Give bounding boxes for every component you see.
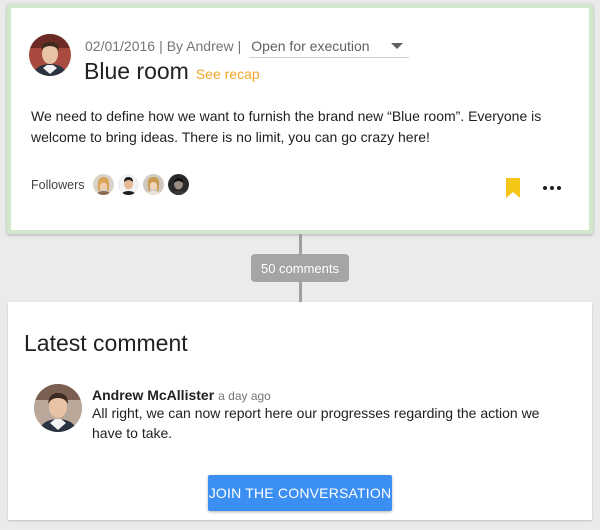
- post-author: By Andrew: [166, 38, 234, 54]
- post-description: We need to define how we want to furnish…: [31, 108, 542, 145]
- post-card: 02/01/2016 | By Andrew | Open for execut…: [11, 8, 589, 230]
- followers-row: Followers: [31, 174, 193, 195]
- followers-label: Followers: [31, 177, 85, 192]
- more-icon[interactable]: [541, 179, 563, 197]
- comments-count-button[interactable]: 50 comments: [251, 254, 349, 282]
- more-dot: [543, 186, 547, 190]
- comment-author-avatar[interactable]: [34, 384, 82, 432]
- more-dot: [550, 186, 554, 190]
- user-avatar-icon: [117, 174, 139, 195]
- latest-comment-heading: Latest comment: [24, 330, 188, 356]
- follower-avatar[interactable]: [142, 174, 164, 195]
- post-card-border: 02/01/2016 | By Andrew | Open for execut…: [7, 4, 593, 234]
- user-avatar-icon: [92, 174, 114, 195]
- user-avatar-icon: [34, 384, 82, 432]
- latest-comment-card: Latest comment Andrew McAllister a day a…: [8, 302, 592, 520]
- author-avatar[interactable]: [29, 34, 71, 76]
- user-avatar-icon: [142, 174, 164, 195]
- bookmark-icon[interactable]: [505, 178, 521, 198]
- comment-text: All right, we can now report here our pr…: [92, 405, 540, 441]
- post-meta: 02/01/2016 | By Andrew | Open for execut…: [85, 34, 410, 58]
- follower-avatar[interactable]: [167, 174, 189, 195]
- comment-header: Andrew McAllister a day ago: [92, 387, 271, 403]
- status-dropdown[interactable]: Open for execution: [249, 34, 410, 58]
- follower-avatar[interactable]: [117, 174, 139, 195]
- connector-line-top: [299, 234, 302, 254]
- user-avatar-icon: [167, 174, 189, 195]
- status-value: Open for execution: [251, 37, 370, 54]
- comment-timestamp: a day ago: [218, 389, 271, 403]
- follower-avatar[interactable]: [92, 174, 114, 195]
- user-avatar-icon: [29, 34, 71, 76]
- meta-separator: |: [237, 38, 242, 54]
- more-dot: [557, 186, 561, 190]
- post-date: 02/01/2016: [85, 38, 156, 54]
- join-conversation-button[interactable]: JOIN THE CONVERSATION: [208, 475, 392, 511]
- title-row: Blue room See recap: [84, 58, 260, 85]
- comment-author: Andrew McAllister: [92, 387, 215, 403]
- page-title: Blue room: [84, 58, 189, 84]
- chevron-down-icon: [391, 42, 404, 49]
- meta-separator: |: [159, 38, 163, 54]
- see-recap-link[interactable]: See recap: [196, 66, 260, 82]
- connector-line-bottom: [299, 282, 302, 302]
